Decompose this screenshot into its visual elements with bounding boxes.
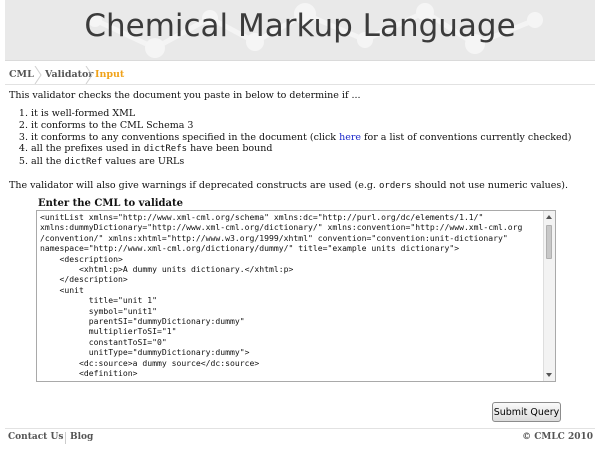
list-item: all the prefixes used in dictRefs have b… xyxy=(31,143,600,156)
textarea-scrollbar[interactable] xyxy=(543,211,555,381)
conventions-link[interactable]: here xyxy=(339,132,361,143)
list-item: it conforms to any conventions specified… xyxy=(31,132,600,144)
header-banner: Chemical Markup Language xyxy=(5,0,595,61)
warning-text: The validator will also give warnings if… xyxy=(9,180,568,191)
breadcrumb-separator-icon xyxy=(85,66,93,84)
scroll-up-icon[interactable] xyxy=(546,215,552,219)
breadcrumb-separator-icon xyxy=(34,66,42,84)
list-item: it conforms to the CML Schema 3 xyxy=(31,120,600,132)
submit-query-button[interactable]: Submit Query xyxy=(492,402,561,422)
intro-text: This validator checks the document you p… xyxy=(9,90,361,101)
cml-input-textarea[interactable]: <unitList xmlns="http://www.xml-cml.org/… xyxy=(36,210,556,382)
scroll-down-icon[interactable] xyxy=(546,373,552,377)
breadcrumb: CML Validator Input xyxy=(5,66,595,84)
list-item: it is well-formed XML xyxy=(31,108,600,120)
cml-input-content[interactable]: <unitList xmlns="http://www.xml-cml.org/… xyxy=(37,211,555,381)
validation-checks-list: it is well-formed XML it conforms to the… xyxy=(17,108,600,169)
breadcrumb-cml[interactable]: CML xyxy=(9,69,34,80)
list-item: all the dictRef values are URLs xyxy=(31,156,600,169)
copyright: © CMLC 2010 xyxy=(522,432,593,442)
blog-link[interactable]: Blog xyxy=(70,432,93,442)
breadcrumb-input: Input xyxy=(95,69,125,80)
site-title: Chemical Markup Language xyxy=(84,8,516,44)
scrollbar-thumb[interactable] xyxy=(546,225,552,259)
input-label: Enter the CML to validate xyxy=(38,198,184,209)
contact-us-link[interactable]: Contact Us xyxy=(8,432,63,442)
footer-divider xyxy=(5,428,595,429)
footer-separator xyxy=(65,432,66,444)
breadcrumb-divider xyxy=(5,84,595,85)
